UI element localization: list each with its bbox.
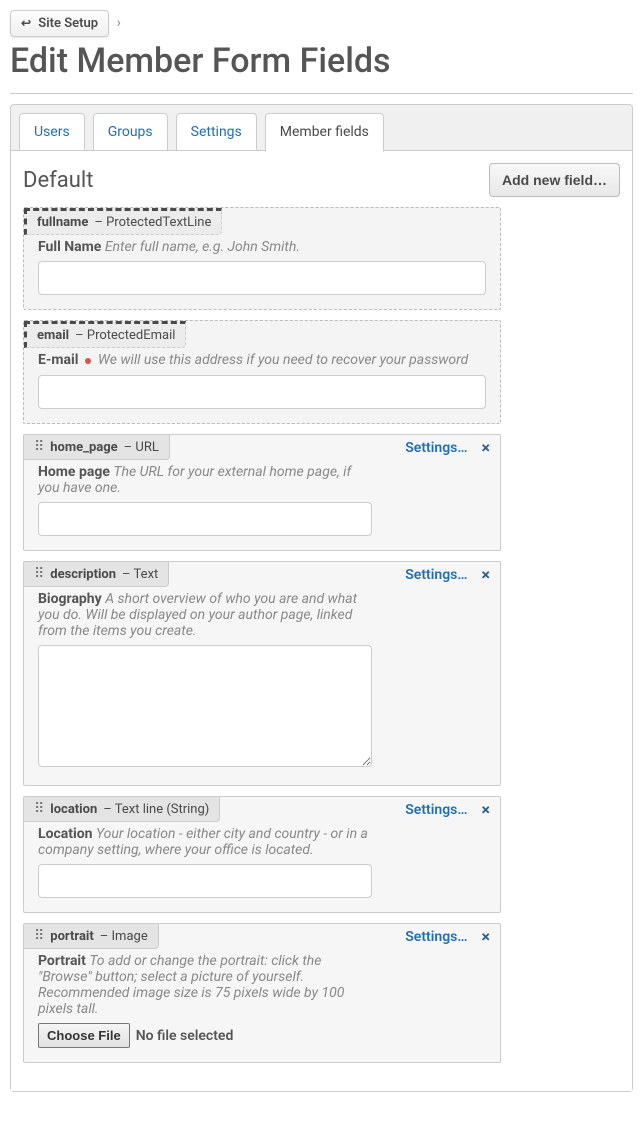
field-name: home_page — [50, 440, 117, 455]
field-label: E-mail — [38, 352, 82, 368]
tab-users[interactable]: Users — [19, 113, 85, 151]
field-body: Biography A short overview of who you ar… — [24, 587, 500, 785]
field-id-chip: ⠿ description – Text — [24, 562, 169, 587]
field-hint: Enter full name, e.g. John Smith. — [105, 239, 300, 255]
breadcrumb-separator: › — [117, 15, 121, 31]
main-panel: UsersGroupsSettingsMember fields Default… — [10, 104, 633, 1092]
tab-member-fields[interactable]: Member fields — [265, 113, 384, 152]
field-label: Portrait — [38, 953, 89, 969]
field-type: – URL — [124, 440, 159, 455]
field-label: Location — [38, 826, 96, 842]
field-header: ⠿ home_page – URL Settings… × — [24, 435, 500, 460]
field-body: Home page The URL for your external home… — [24, 460, 500, 550]
add-new-field-button[interactable]: Add new field… — [489, 163, 620, 197]
field-card-portrait: ⠿ portrait – Image Settings… × Portrait To a… — [23, 923, 501, 1063]
divider — [10, 93, 633, 94]
field-settings-link[interactable]: Settings… — [405, 802, 467, 818]
close-icon[interactable]: × — [482, 800, 491, 819]
field-label-row: Biography A short overview of who you ar… — [38, 591, 372, 639]
description-textarea[interactable] — [38, 645, 372, 767]
field-label: Home page — [38, 464, 113, 480]
fields-list: fullname – ProtectedTextLine Full Name En… — [23, 207, 620, 1063]
field-label-row: E-mail ● We will use this address if you… — [38, 352, 486, 369]
drag-handle-icon[interactable]: ⠿ — [34, 566, 44, 582]
location-input[interactable] — [38, 864, 372, 898]
fullname-input[interactable] — [38, 261, 486, 295]
home_page-input[interactable] — [38, 502, 372, 536]
field-label: Biography — [38, 591, 105, 607]
field-actions: Settings… × — [405, 927, 500, 946]
field-main: Biography A short overview of who you ar… — [24, 587, 386, 785]
field-id-chip: ⠿ home_page – URL — [24, 435, 170, 460]
choose-file-button[interactable]: Choose File — [38, 1023, 130, 1048]
field-main: Location Your location - either city and… — [24, 822, 386, 912]
field-card-description: ⠿ description – Text Settings… × Biography A… — [23, 561, 501, 786]
field-name: email — [37, 328, 69, 343]
field-name: description — [50, 567, 116, 582]
field-type: – ProtectedTextLine — [94, 215, 211, 230]
close-icon[interactable]: × — [482, 438, 491, 457]
close-icon[interactable]: × — [482, 927, 491, 946]
field-id-chip: ⠿ location – Text line (String) — [24, 797, 220, 822]
field-label-row: Portrait To add or change the portrait: … — [38, 953, 372, 1017]
field-main: Home page The URL for your external home… — [24, 460, 386, 550]
field-type: – Text — [122, 567, 158, 582]
field-hint: We will use this address if you need to … — [98, 352, 468, 368]
field-main: Portrait To add or change the portrait: … — [24, 949, 386, 1062]
field-body: Portrait To add or change the portrait: … — [24, 949, 500, 1062]
drag-handle-icon[interactable]: ⠿ — [34, 801, 44, 817]
tab-body: Default Add new field… fullname – Protec… — [11, 150, 632, 1091]
field-label-row: Location Your location - either city and… — [38, 826, 372, 858]
field-id-chip: fullname – ProtectedTextLine — [24, 208, 222, 235]
field-body: Location Your location - either city and… — [24, 822, 500, 912]
field-actions: Settings… × — [405, 438, 500, 457]
field-name: location — [50, 802, 97, 817]
field-header: fullname – ProtectedTextLine — [24, 208, 500, 235]
section-header: Default Add new field… — [23, 163, 620, 197]
tab-settings[interactable]: Settings — [176, 113, 257, 151]
field-name: fullname — [37, 215, 88, 230]
required-dot-icon: ● — [84, 353, 92, 369]
section-title: Default — [23, 168, 93, 193]
field-type: – Text line (String) — [103, 802, 209, 817]
field-type: – ProtectedEmail — [75, 328, 175, 343]
field-actions: Settings… × — [405, 800, 500, 819]
tab-groups[interactable]: Groups — [93, 113, 168, 151]
field-settings-link[interactable]: Settings… — [405, 440, 467, 456]
field-actions: Settings… × — [405, 565, 500, 584]
field-body: E-mail ● We will use this address if you… — [24, 348, 500, 423]
close-icon[interactable]: × — [482, 565, 491, 584]
email-input[interactable] — [38, 375, 486, 409]
field-card-home_page: ⠿ home_page – URL Settings… × Home page The … — [23, 434, 501, 551]
field-header: ⠿ location – Text line (String) Settings… × — [24, 797, 500, 822]
site-setup-button[interactable]: ↩ Site Setup — [10, 10, 109, 37]
site-setup-label: Site Setup — [38, 16, 98, 31]
field-main: E-mail ● We will use this address if you… — [24, 348, 500, 423]
field-settings-link[interactable]: Settings… — [405, 929, 467, 945]
drag-handle-icon[interactable]: ⠿ — [34, 439, 44, 455]
file-status: No file selected — [136, 1028, 234, 1044]
breadcrumb: ↩ Site Setup › — [10, 10, 633, 37]
field-name: portrait — [50, 929, 93, 944]
file-row: Choose File No file selected — [38, 1023, 372, 1048]
field-settings-link[interactable]: Settings… — [405, 567, 467, 583]
field-id-chip: ⠿ portrait – Image — [24, 924, 159, 949]
field-card-location: ⠿ location – Text line (String) Settings… ×… — [23, 796, 501, 913]
drag-handle-icon[interactable]: ⠿ — [34, 928, 44, 944]
field-header: ⠿ description – Text Settings… × — [24, 562, 500, 587]
field-card-email: email – ProtectedEmail E-mail ● We will u… — [23, 320, 501, 424]
field-main: Full Name Enter full name, e.g. John Smi… — [24, 235, 500, 309]
field-header: ⠿ portrait – Image Settings… × — [24, 924, 500, 949]
page-title: Edit Member Form Fields — [10, 41, 633, 81]
field-card-fullname: fullname – ProtectedTextLine Full Name En… — [23, 207, 501, 310]
tabs: UsersGroupsSettingsMember fields — [11, 105, 632, 151]
return-icon: ↩ — [21, 16, 31, 30]
field-body: Full Name Enter full name, e.g. John Smi… — [24, 235, 500, 309]
field-label-row: Home page The URL for your external home… — [38, 464, 372, 496]
field-label: Full Name — [38, 239, 105, 255]
field-id-chip: email – ProtectedEmail — [24, 321, 186, 348]
field-label-row: Full Name Enter full name, e.g. John Smi… — [38, 239, 486, 255]
field-type: – Image — [100, 929, 148, 944]
field-header: email – ProtectedEmail — [24, 321, 500, 348]
